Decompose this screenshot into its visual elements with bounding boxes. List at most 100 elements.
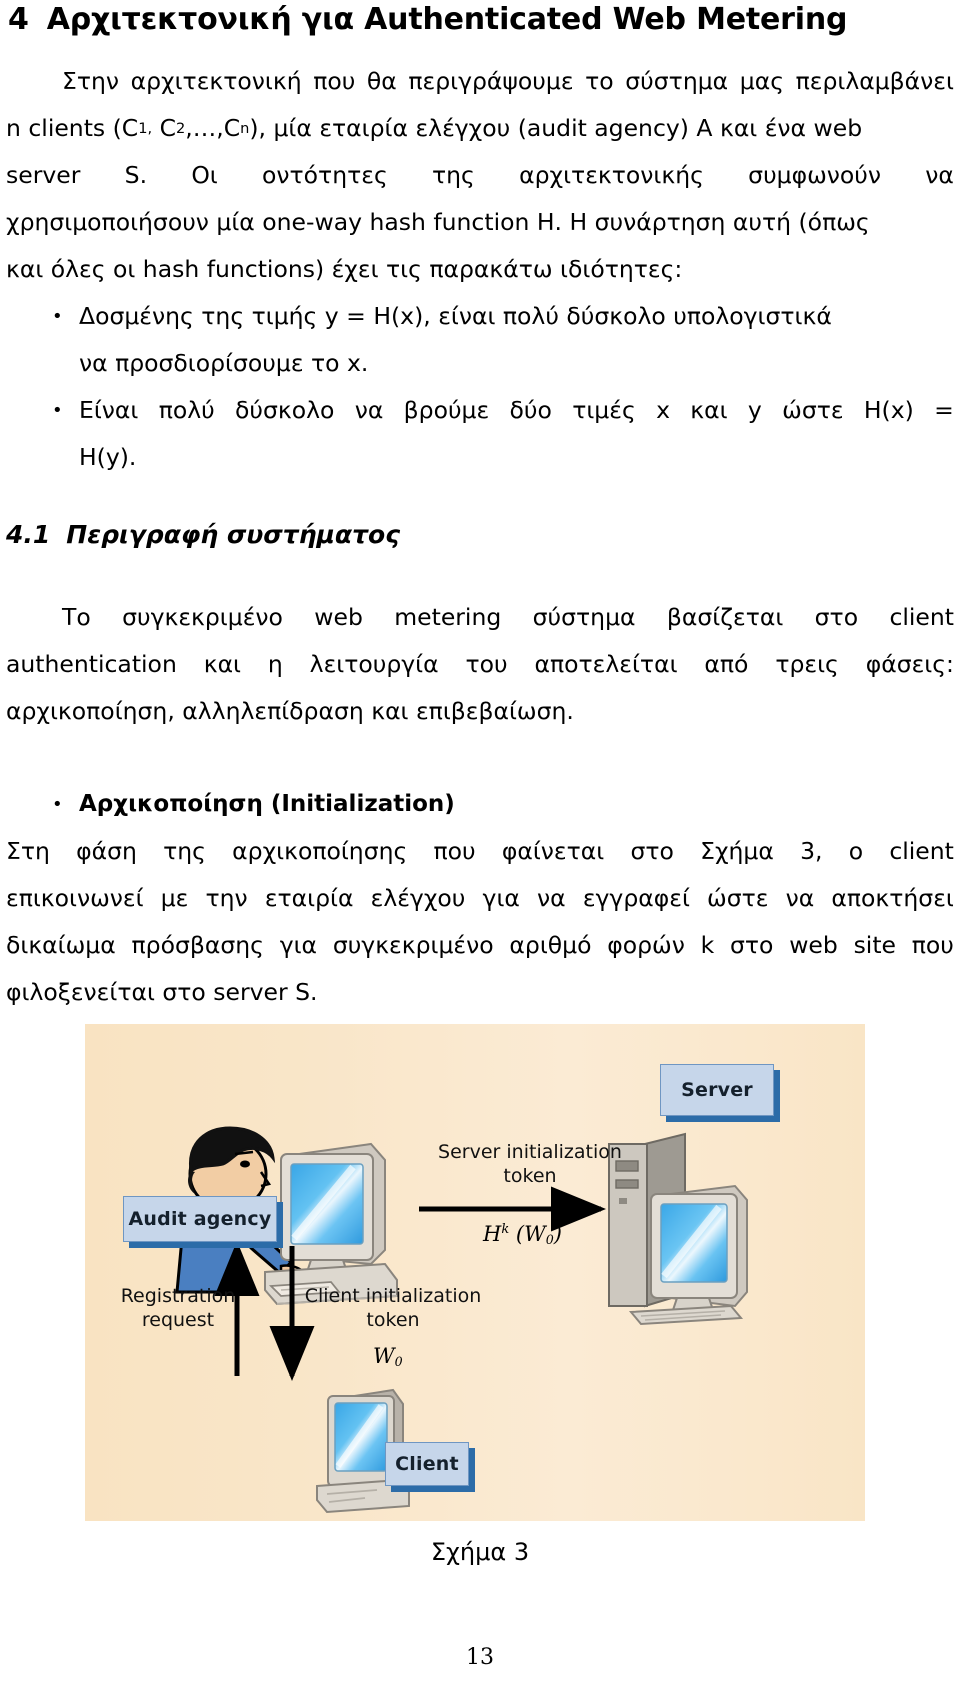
paragraph-line: Στην αρχιτεκτονική που θα περιγράψουμε τ… [6,58,954,105]
text-token: αποκτήσει [831,884,954,912]
text-token: της [432,161,475,189]
text-token: Στην [62,67,120,95]
paragraph-line: αρχικοποίηση, αλληλεπίδραση και επιβεβαί… [6,688,954,735]
formula-part: H [483,1222,502,1246]
text-token: δύσκολο [235,396,335,424]
text-token: ώστε [707,884,769,912]
text-token: φιλοξενείται στο server S. [6,978,318,1006]
label-line: token [503,1165,557,1187]
paragraph-line: Είναι πολύ δύσκολο να βρούμε δύο τιμές x… [79,387,954,434]
text-token: στο [814,603,859,631]
text-token: ώστε [782,396,844,424]
text-token: χρησιμοποιήσουν μία one-way hash functio… [6,208,870,236]
text-token: S. [124,161,148,189]
server-tag: Server [660,1064,774,1116]
label-line: Client initialization [304,1285,482,1307]
text-token: ελέγχου [370,884,466,912]
text-token: που [911,931,954,959]
figure-diagram: Server initialization token Hk (W0) Regi… [85,1024,865,1521]
text-token: αρχικοποίηση, αλληλεπίδραση και επιβεβαί… [6,697,574,725]
text-token: site [853,931,897,959]
bullet-icon: • [52,400,63,421]
text-token: δύο [509,396,552,424]
document-page: 4 Αρχιτεκτονική για Authenticated Web Met… [0,0,960,1681]
text-token: θα [366,67,397,95]
text-token: Το [62,603,91,631]
registration-request-label: Registration request [119,1284,237,1332]
list-item-text: Δοσμένης της τιμής y = H(x), είναι πολύ … [79,293,954,387]
text-token: client [889,837,954,865]
text-token: συγκεκριμένο [332,931,494,959]
text-token: επικοινωνεί [6,884,144,912]
audit-agency-tag: Audit agency [123,1196,277,1242]
hash-properties-list: • Δοσμένης της τιμής y = H(x), είναι πολ… [6,293,954,481]
paragraph-line: Το συγκεκριμένο web metering σύστημα βασ… [6,594,954,641]
text-token: να [354,396,384,424]
bullet-icon: • [52,306,63,327]
paragraph-line: n clients (C 1, C 2 ,…,C n), μία εταιρία ελέ… [6,105,954,152]
paragraph-line: H(y). [79,434,954,481]
text-token: 3, [800,837,823,865]
paragraph-line: επικοινωνεί με την εταιρία ελέγχου για ν… [6,875,954,922]
description-paragraph: Το συγκεκριμένο web metering σύστημα βασ… [6,594,954,735]
client-initialization-label: Client initialization token [303,1284,483,1332]
text-token: ), μία εταιρία ελέγχου (audit agency) Α … [249,114,863,142]
text-token: που [313,67,356,95]
text-token: Δοσμένης της τιμής y = H(x), είναι πολύ … [79,302,832,330]
text-token: Στη [6,837,50,865]
text-token: H(y). [79,443,137,471]
text-token: σύστημα [625,67,729,95]
list-item: • Δοσμένης της τιμής y = H(x), είναι πολ… [6,293,954,387]
text-token: βρούμε [403,396,490,424]
paragraph-line: φιλοξενείται στο server S. [6,969,954,1016]
text-token: που [433,837,476,865]
text-token: σύστημα [532,603,636,631]
formula-subscript: 0 [545,1232,554,1248]
label-line: Server initialization [438,1141,622,1163]
page-number: 13 [466,1645,494,1670]
page-title: 4 Αρχιτεκτονική για Authenticated Web Met… [8,2,948,37]
text-token: C [152,114,176,142]
text-token: του [465,650,508,678]
text-token: να [537,884,566,912]
text-token: περιλαμβάνει [795,67,954,95]
text-token: εταιρία [264,884,354,912]
text-token: Οι [191,161,218,189]
formula-part: ) [553,1222,562,1246]
text-token: φαίνεται [501,837,605,865]
text-token: authentication [6,650,177,678]
paragraph-line: δικαίωμα πρόσβασης για συγκεκριμένο αριθ… [6,922,954,969]
text-token: φάση [76,837,137,865]
paragraph-line: Δοσμένης της τιμής y = H(x), είναι πολύ … [79,293,954,340]
text-token: και [690,396,728,424]
text-token: η [267,650,283,678]
subscript: n [240,120,250,137]
text-token: αποτελείται [534,650,678,678]
text-token: server [6,161,81,189]
subscript: 1, [138,120,153,137]
text-token: συγκεκριμένο [122,603,283,631]
label-line: Registration [120,1285,236,1307]
page-title-text: Αρχιτεκτονική για Authenticated Web Mete… [46,2,848,37]
text-token: = [934,396,954,424]
text-token: εγγραφεί [582,884,690,912]
text-token: μας [739,67,784,95]
text-token: k [700,931,715,959]
text-token: λειτουργία [309,650,439,678]
text-token: τρεις [775,650,839,678]
text-token: και [203,650,242,678]
text-token: για [279,931,318,959]
tag-label: Audit agency [128,1208,272,1230]
text-token: n clients (C [6,114,139,142]
text-token: web [789,931,838,959]
text-token: φάσεις: [865,650,954,678]
text-token: αρχικοποίησης [232,837,408,865]
intro-paragraph: Στην αρχιτεκτονική που θα περιγράψουμε τ… [6,58,954,293]
phase-label: Αρχικοποίηση (Initialization) [79,791,455,817]
page-title-number: 4 [8,2,29,37]
text-token: web [314,603,363,631]
text-token: πολύ [158,396,215,424]
tag-label: Server [681,1079,753,1101]
formula-part: (W [515,1222,546,1246]
subheading-text: Περιγραφή συστήματος [66,520,401,549]
